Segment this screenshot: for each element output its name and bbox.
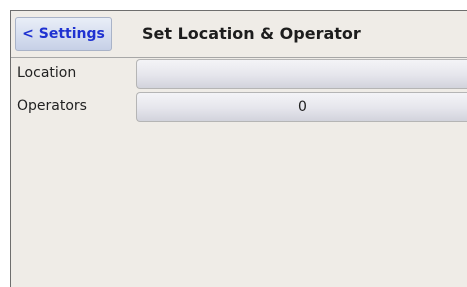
location-label: Location: [17, 65, 77, 81]
page-title: Set Location & Operator: [142, 24, 361, 43]
settings-screen: < Settings Set Location & Operator Locat…: [10, 10, 467, 287]
header-bar: < Settings Set Location & Operator: [11, 11, 467, 57]
location-row: Location: [11, 58, 467, 89]
location-field[interactable]: [136, 59, 467, 89]
operators-row: Operators 0: [11, 91, 467, 122]
back-to-settings-button[interactable]: < Settings: [15, 17, 112, 51]
operators-field[interactable]: 0: [136, 92, 467, 122]
operators-label: Operators: [17, 98, 87, 114]
